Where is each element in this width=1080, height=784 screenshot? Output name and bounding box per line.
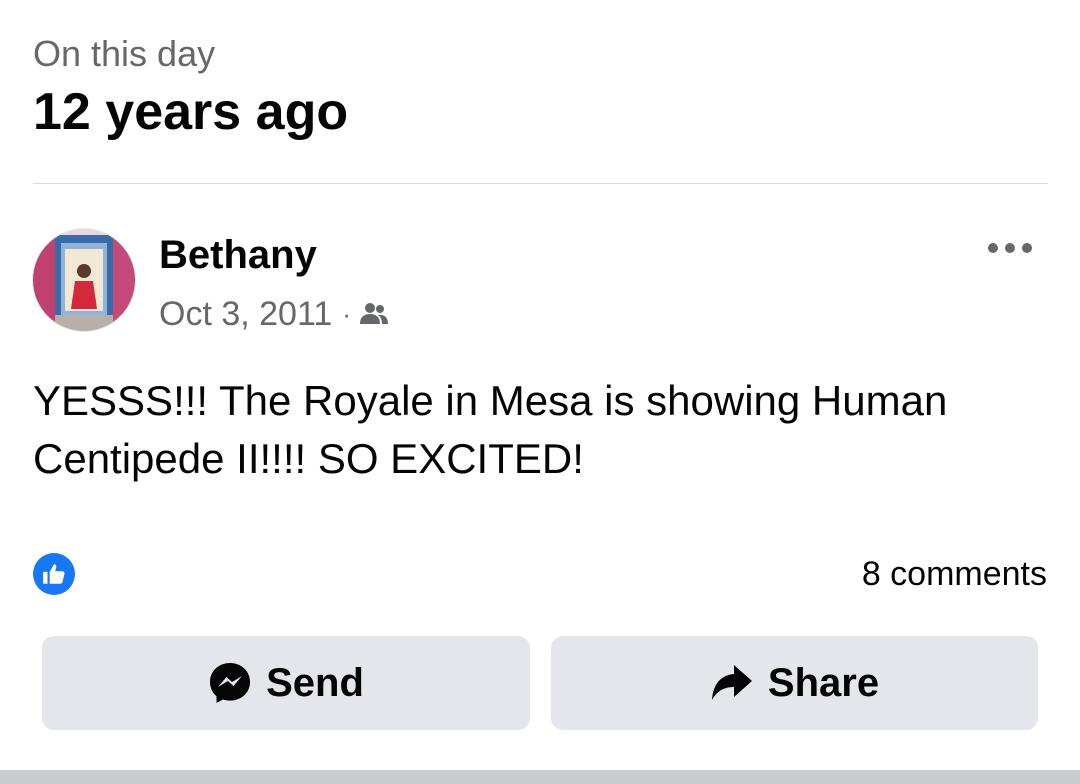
post-text: YESSS!!! The Royale in Mesa is showing H… xyxy=(33,377,948,482)
share-arrow-icon xyxy=(710,663,754,703)
meta-separator: · xyxy=(342,298,351,329)
post-meta: Oct 3, 2011 · xyxy=(159,294,389,334)
friends-icon[interactable] xyxy=(359,302,389,326)
more-options-icon xyxy=(988,243,1032,253)
card-bottom-edge xyxy=(0,770,1080,784)
avatar-image xyxy=(33,229,135,331)
share-label: Share xyxy=(767,660,880,705)
section-title: 12 years ago xyxy=(33,83,349,141)
memory-card: On this day 12 years ago Bethany Oct 3, … xyxy=(0,0,1080,784)
section-subtitle: On this day xyxy=(33,33,216,74)
divider xyxy=(33,183,1048,184)
messenger-icon xyxy=(208,661,252,705)
like-icon[interactable] xyxy=(33,553,75,595)
author-name[interactable]: Bethany xyxy=(159,232,317,278)
send-button[interactable]: Send xyxy=(42,636,530,730)
author-avatar[interactable] xyxy=(33,229,135,331)
more-options-button[interactable] xyxy=(980,228,1040,268)
share-button[interactable]: Share xyxy=(551,636,1038,730)
post-date[interactable]: Oct 3, 2011 xyxy=(159,295,332,334)
send-label: Send xyxy=(266,660,364,705)
comments-count[interactable]: 8 comments xyxy=(862,553,1047,595)
